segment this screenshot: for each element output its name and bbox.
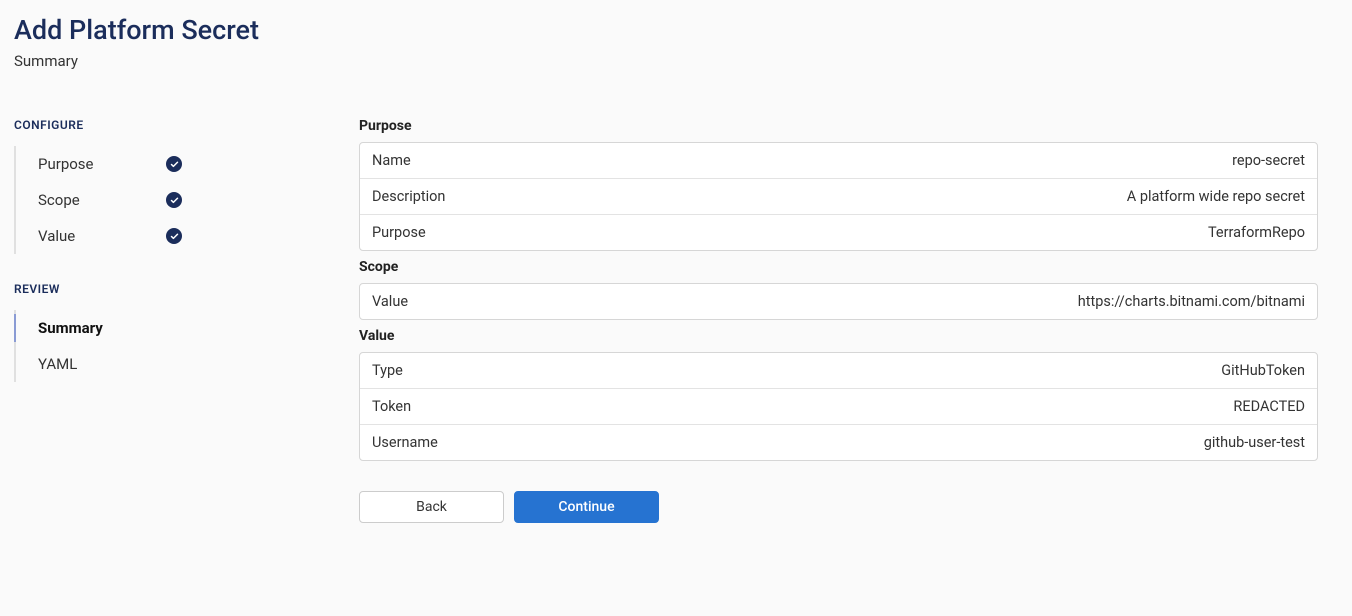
check-icon [166,156,182,172]
sidebar-item-label: Value [38,227,154,245]
table-row: Username github-user-test [360,425,1317,460]
sidebar-configure-header: CONFIGURE [14,118,359,132]
row-value: https://charts.bitnami.com/bitnami [1078,293,1305,310]
sidebar-item-yaml[interactable]: YAML [16,346,359,382]
summary-value-section: Value Type GitHubToken Token REDACTED Us… [359,328,1318,461]
sidebar-item-summary[interactable]: Summary [16,310,359,346]
row-value: repo-secret [1232,152,1305,169]
row-value: GitHubToken [1221,362,1305,379]
row-label: Description [372,188,445,205]
table-row: Purpose TerraformRepo [360,215,1317,250]
table-row: Type GitHubToken [360,353,1317,389]
sidebar-item-value[interactable]: Value [16,218,359,254]
sidebar-configure-items: Purpose Scope Value [14,146,359,254]
sidebar-item-scope[interactable]: Scope [16,182,359,218]
table-row: Description A platform wide repo secret [360,179,1317,215]
main-content: Purpose Name repo-secret Description A p… [359,118,1338,523]
sidebar-review-items: Summary YAML [14,310,359,382]
summary-purpose-section: Purpose Name repo-secret Description A p… [359,118,1318,251]
page-title: Add Platform Secret [14,14,1338,46]
sidebar-review-header: REVIEW [14,282,359,296]
row-label: Token [372,398,411,415]
sidebar-item-label: Scope [38,191,154,209]
summary-value-table: Type GitHubToken Token REDACTED Username… [359,352,1318,461]
table-row: Value https://charts.bitnami.com/bitnami [360,284,1317,319]
sidebar-item-label: YAML [38,355,154,373]
row-value: TerraformRepo [1208,224,1305,241]
row-value: A platform wide repo secret [1127,188,1305,205]
sidebar-item-label: Summary [38,319,154,337]
sidebar-item-label: Purpose [38,155,154,173]
summary-scope-table: Value https://charts.bitnami.com/bitnami [359,283,1318,320]
row-label: Type [372,362,403,379]
summary-section-title: Purpose [359,118,1318,134]
table-row: Name repo-secret [360,143,1317,179]
button-row: Back Continue [359,491,1318,523]
summary-section-title: Value [359,328,1318,344]
row-label: Name [372,152,411,169]
summary-purpose-table: Name repo-secret Description A platform … [359,142,1318,251]
table-row: Token REDACTED [360,389,1317,425]
check-icon [166,192,182,208]
page-subtitle: Summary [14,52,1338,70]
row-label: Username [372,434,438,451]
row-value: github-user-test [1204,434,1305,451]
summary-scope-section: Scope Value https://charts.bitnami.com/b… [359,259,1318,320]
row-value: REDACTED [1233,398,1305,415]
continue-button[interactable]: Continue [514,491,659,523]
row-label: Value [372,293,408,310]
row-label: Purpose [372,224,426,241]
sidebar-item-purpose[interactable]: Purpose [16,146,359,182]
back-button[interactable]: Back [359,491,504,523]
summary-section-title: Scope [359,259,1318,275]
sidebar: CONFIGURE Purpose Scope Value [14,118,359,523]
check-icon [166,228,182,244]
